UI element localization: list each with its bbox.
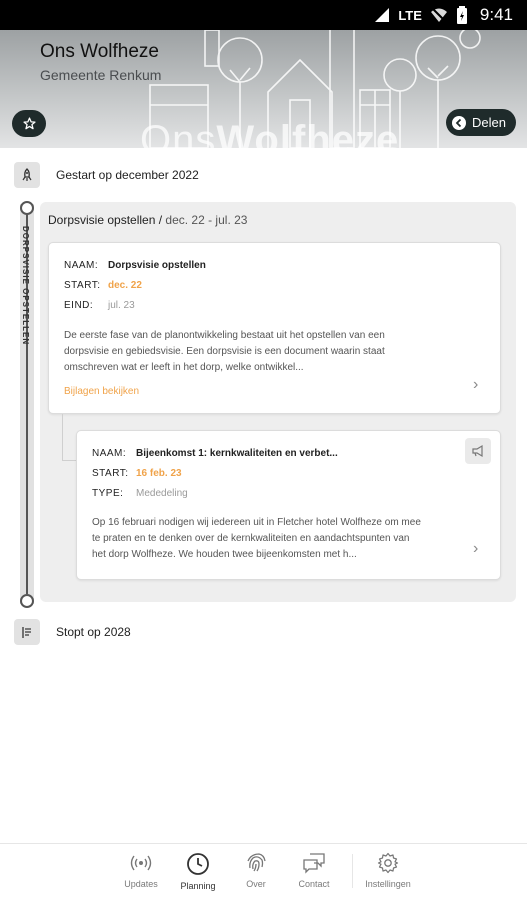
brand-watermark: OnsWolfheze (140, 118, 399, 148)
card1-start-key: START: (64, 280, 101, 291)
nav-contact[interactable]: Contact (284, 852, 344, 889)
nav-instellingen[interactable]: Instellingen (358, 852, 418, 889)
favorite-button[interactable] (12, 110, 46, 137)
card2-start-key: START: (92, 468, 129, 479)
flag-icon (14, 619, 40, 645)
nav-label: Instellingen (365, 879, 411, 889)
card2-type-row: TYPE: Mededeling (92, 488, 188, 499)
phase-title-name: Dorpsvisie opstellen (48, 213, 156, 227)
end-label: Stopt op 2028 (56, 625, 131, 639)
megaphone-icon (465, 438, 491, 464)
fingerprint-icon (247, 853, 266, 872)
nav-label: Contact (298, 879, 330, 889)
attachments-link[interactable]: Bijlagen bekijken (64, 386, 139, 397)
battery-icon (456, 6, 467, 24)
card1-end-key: EIND: (64, 300, 94, 311)
card1-name-value: Dorpsvisie opstellen (108, 260, 206, 271)
timeline-start-dot (20, 201, 34, 215)
app-subtitle: Gemeente Renkum (40, 67, 162, 83)
app-title: Ons Wolfheze (40, 41, 159, 62)
chevron-right-icon[interactable]: › (473, 376, 478, 394)
share-icon (452, 115, 467, 130)
timeline-end-dot (20, 594, 34, 608)
watermark-light: Ons (140, 118, 217, 148)
card-connector (62, 414, 63, 460)
share-label: Delen (472, 115, 506, 130)
nav-separator (352, 854, 353, 888)
card2-desc-line: het dorp Wolfheze. We houden twee bijeen… (92, 549, 357, 560)
chat-icon (303, 853, 325, 874)
nav-label: Over (246, 879, 266, 889)
signal-icon (375, 8, 390, 22)
end-milestone: Stopt op 2028 (14, 619, 131, 645)
nav-updates[interactable]: Updates (111, 852, 171, 889)
bottom-navigation: Updates Planning Over Contact Instelling… (0, 843, 527, 900)
phase-title-dates: dec. 22 - jul. 23 (165, 213, 248, 227)
phase-title: Dorpsvisie opstellen / dec. 22 - jul. 23 (48, 213, 247, 227)
share-button[interactable]: Delen (446, 109, 516, 136)
clock-icon (187, 853, 209, 875)
nav-label: Updates (124, 879, 158, 889)
card2-start-value: 16 feb. 23 (136, 468, 182, 479)
phase-title-separator: / (155, 213, 166, 227)
project-header: Ons Wolfheze Gemeente Renkum OnsWolfheze… (0, 30, 527, 148)
card2-name-value: Bijeenkomst 1: kernkwaliteiten en verbet… (136, 448, 338, 459)
phase-vertical-label: DORPSVISIE OPSTELLEN (21, 226, 30, 346)
nav-planning[interactable]: Planning (168, 852, 228, 891)
card2-desc-line: Op 16 februari nodigen wij iedereen uit … (92, 517, 421, 528)
wifi-off-icon (430, 7, 447, 23)
card1-desc-line: omschreven wat er leeft in het dorp, wel… (64, 362, 304, 373)
card2-desc-line: te praten en te denken over de kernkwali… (92, 533, 410, 544)
card2-type-key: TYPE: (92, 488, 124, 499)
broadcast-icon (130, 855, 152, 871)
nav-label: Planning (180, 881, 216, 891)
card2-name-row: NAAM: Bijeenkomst 1: kernkwaliteiten en … (92, 448, 338, 459)
card1-name-row: NAAM: Dorpsvisie opstellen (64, 260, 206, 271)
card2-name-key: NAAM: (92, 448, 127, 459)
card1-name-key: NAAM: (64, 260, 99, 271)
watermark-bold: Wolfheze (216, 118, 400, 148)
card1-end-value: jul. 23 (108, 300, 135, 311)
card1-start-value: dec. 22 (108, 280, 142, 291)
card1-description: De eerste fase van de planontwikkeling b… (64, 328, 464, 376)
card1-end-row: EIND: jul. 23 (64, 300, 135, 311)
gear-icon (377, 852, 399, 874)
card1-start-row: START: dec. 22 (64, 280, 142, 291)
start-milestone: Gestart op december 2022 (14, 162, 199, 188)
card2-type-value: Mededeling (136, 488, 188, 499)
start-label: Gestart op december 2022 (56, 168, 199, 182)
card2-description: Op 16 februari nodigen wij iedereen uit … (92, 515, 462, 563)
nav-over[interactable]: Over (226, 852, 286, 889)
status-bar: LTE 9:41 (0, 0, 527, 30)
network-type: LTE (398, 7, 422, 23)
card1-desc-line: dorpsvisie en gebiedsvisie. Een dorpsvis… (64, 346, 385, 357)
card2-start-row: START: 16 feb. 23 (92, 468, 182, 479)
chevron-right-icon[interactable]: › (473, 540, 478, 558)
card1-desc-line: De eerste fase van de planontwikkeling b… (64, 330, 385, 341)
card-connector (62, 460, 76, 461)
clock-time: 9:41 (479, 5, 513, 24)
rocket-icon (14, 162, 40, 188)
star-icon (22, 117, 36, 130)
